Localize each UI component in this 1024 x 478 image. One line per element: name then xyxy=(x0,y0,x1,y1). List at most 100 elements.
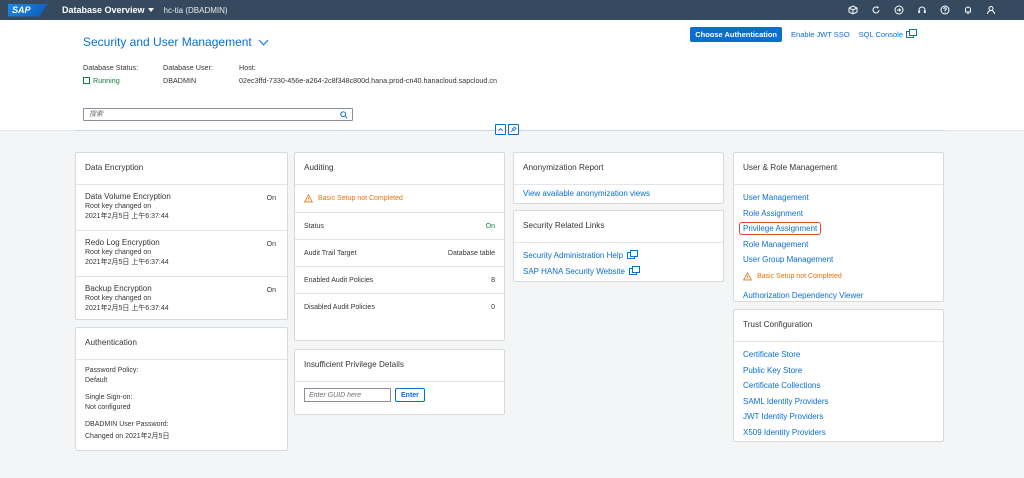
audit-row-value: 8 xyxy=(491,276,495,284)
external-link-icon xyxy=(906,29,917,38)
warning-icon xyxy=(304,194,313,203)
link-label: SAP HANA Security Website xyxy=(523,266,625,276)
card-title: Security Related Links xyxy=(514,211,723,243)
caret-down-icon xyxy=(147,8,154,12)
certificate-collections-link[interactable]: Certificate Collections xyxy=(743,378,934,394)
privilege-assignment-link[interactable]: Privilege Assignment xyxy=(739,221,934,237)
encryption-date: 2021年2月5日 上午6:37:44 xyxy=(85,259,169,266)
card-title: Insufficient Privilege Details xyxy=(295,350,504,382)
search-icon[interactable] xyxy=(340,111,348,119)
insufficient-privilege-card: Insufficient Privilege Details Enter xyxy=(294,349,505,415)
encryption-date: 2021年2月5日 上午6:37:44 xyxy=(85,213,169,220)
audit-row-label: Status xyxy=(304,222,324,230)
encryption-state: On xyxy=(266,241,276,248)
audit-warning-text: Basic Setup not Completed xyxy=(318,195,403,202)
audit-row-value: On xyxy=(485,222,495,230)
password-policy-value: Default xyxy=(85,377,108,384)
user-password-value: Changed on 2021年2月5日 xyxy=(85,433,170,440)
user-icon[interactable] xyxy=(985,5,996,16)
enter-button[interactable]: Enter xyxy=(395,388,425,402)
help-icon[interactable] xyxy=(939,5,950,16)
security-links-card: Security Related Links Security Administ… xyxy=(513,210,724,282)
encryption-sub: Root key changed on xyxy=(85,295,152,302)
card-title: Trust Configuration xyxy=(734,310,943,342)
role-management-link[interactable]: Role Management xyxy=(743,237,934,253)
table-row: Enabled Audit Policies 8 xyxy=(295,267,504,294)
choose-authentication-button[interactable]: Choose Authentication xyxy=(690,27,783,42)
jwt-identity-providers-link[interactable]: JWT Identity Providers xyxy=(743,409,934,425)
link-label: Security Administration Help xyxy=(523,251,624,261)
enable-jwt-sso-label: Enable JWT SSO xyxy=(791,30,850,39)
audit-row-label: Audit Trail Target xyxy=(304,249,357,257)
bell-icon[interactable] xyxy=(962,5,973,16)
status-square-icon xyxy=(83,77,90,84)
encryption-date: 2021年2月5日 上午6:37:44 xyxy=(85,305,169,312)
user-group-management-link[interactable]: User Group Management xyxy=(743,252,934,268)
app-title-menu[interactable]: Database Overview xyxy=(62,5,154,15)
user-management-link[interactable]: User Management xyxy=(743,190,934,206)
cube-icon[interactable] xyxy=(847,5,858,16)
list-item: Backup Encryption Root key changed on 20… xyxy=(76,277,287,323)
card-title: User & Role Management xyxy=(734,153,943,185)
card-title: Anonymization Report xyxy=(514,153,723,185)
password-policy-label: Password Policy: xyxy=(85,367,139,374)
trust-configuration-card: Trust Configuration Certificate Store Pu… xyxy=(733,309,944,442)
audit-row-label: Enabled Audit Policies xyxy=(304,276,374,284)
app-title: Database Overview xyxy=(62,5,145,15)
guid-input[interactable] xyxy=(304,388,391,402)
headset-icon[interactable] xyxy=(916,5,927,16)
sso-value: Not configured xyxy=(85,404,131,411)
saml-identity-providers-link[interactable]: SAML Identity Providers xyxy=(743,394,934,410)
anonymization-card: Anonymization Report View available anon… xyxy=(513,152,724,204)
database-user-value: DBADMIN xyxy=(163,76,197,85)
pin-header-button[interactable] xyxy=(508,124,519,135)
encryption-sub: Root key changed on xyxy=(85,203,152,210)
encryption-name: Backup Encryption xyxy=(85,284,152,293)
auditing-card: Auditing Basic Setup not Completed Statu… xyxy=(294,152,505,341)
user-role-warning-text: Basic Setup not Completed xyxy=(757,273,842,280)
shell-bar: SAP Database Overview hc-tia (DBADMIN) xyxy=(0,0,1024,20)
audit-row-value: Database table xyxy=(447,249,495,257)
data-encryption-card: Data Encryption Data Volume Encryption R… xyxy=(75,152,288,320)
database-status-value: Running xyxy=(93,76,120,85)
privilege-assignment-label: Privilege Assignment xyxy=(739,222,822,236)
audit-row-label: Disabled Audit Policies xyxy=(304,304,375,311)
collapse-header-button[interactable] xyxy=(495,124,506,135)
authorization-dependency-viewer-link[interactable]: Authorization Dependency Viewer xyxy=(743,288,934,304)
pin-icon xyxy=(510,126,517,133)
header-toggle-group xyxy=(495,124,519,135)
hana-security-website-link[interactable]: SAP HANA Security Website xyxy=(523,264,714,280)
page-header: Security and User Management Choose Auth… xyxy=(0,20,1024,135)
table-row: Status On xyxy=(295,213,504,240)
sso-label: Single Sign-on: xyxy=(85,394,133,401)
database-host: Host: 02ec3ffd-7330-456e-a264-2c8f348c80… xyxy=(239,63,497,85)
enable-jwt-sso-link[interactable]: Enable JWT SSO xyxy=(791,30,850,39)
anonymization-views-link[interactable]: View available anonymization views xyxy=(523,189,714,198)
database-status-label: Database Status: xyxy=(83,63,139,72)
user-password-label: DBADMIN User Password: xyxy=(85,421,169,428)
security-admin-help-link[interactable]: Security Administration Help xyxy=(523,248,714,264)
public-key-store-link[interactable]: Public Key Store xyxy=(743,363,934,379)
certificate-store-link[interactable]: Certificate Store xyxy=(743,347,934,363)
page-title-menu[interactable]: Security and User Management xyxy=(83,35,269,49)
sql-console-link[interactable]: SQL Console xyxy=(858,29,917,39)
audit-row-value: 0 xyxy=(491,304,495,311)
role-assignment-link[interactable]: Role Assignment xyxy=(743,206,934,222)
chevron-down-icon xyxy=(258,35,269,45)
sql-console-label: SQL Console xyxy=(858,30,903,39)
external-link-icon xyxy=(628,265,640,275)
encryption-state: On xyxy=(266,287,276,294)
sap-logo[interactable]: SAP xyxy=(8,3,48,17)
encryption-name: Redo Log Encryption xyxy=(85,238,160,247)
card-title: Authentication xyxy=(76,328,287,360)
search-input[interactable] xyxy=(84,109,334,120)
navigation-icon[interactable] xyxy=(893,5,904,16)
user-role-card: User & Role Management User Management R… xyxy=(733,152,944,302)
refresh-icon[interactable] xyxy=(870,5,881,16)
database-status: Database Status: Running xyxy=(83,63,138,85)
table-row: Audit Trail Target Database table xyxy=(295,240,504,267)
x509-identity-providers-link[interactable]: X509 Identity Providers xyxy=(743,425,934,441)
page-title: Security and User Management xyxy=(83,35,252,49)
encryption-sub: Root key changed on xyxy=(85,249,152,256)
list-item: Redo Log Encryption Root key changed on … xyxy=(76,231,287,277)
